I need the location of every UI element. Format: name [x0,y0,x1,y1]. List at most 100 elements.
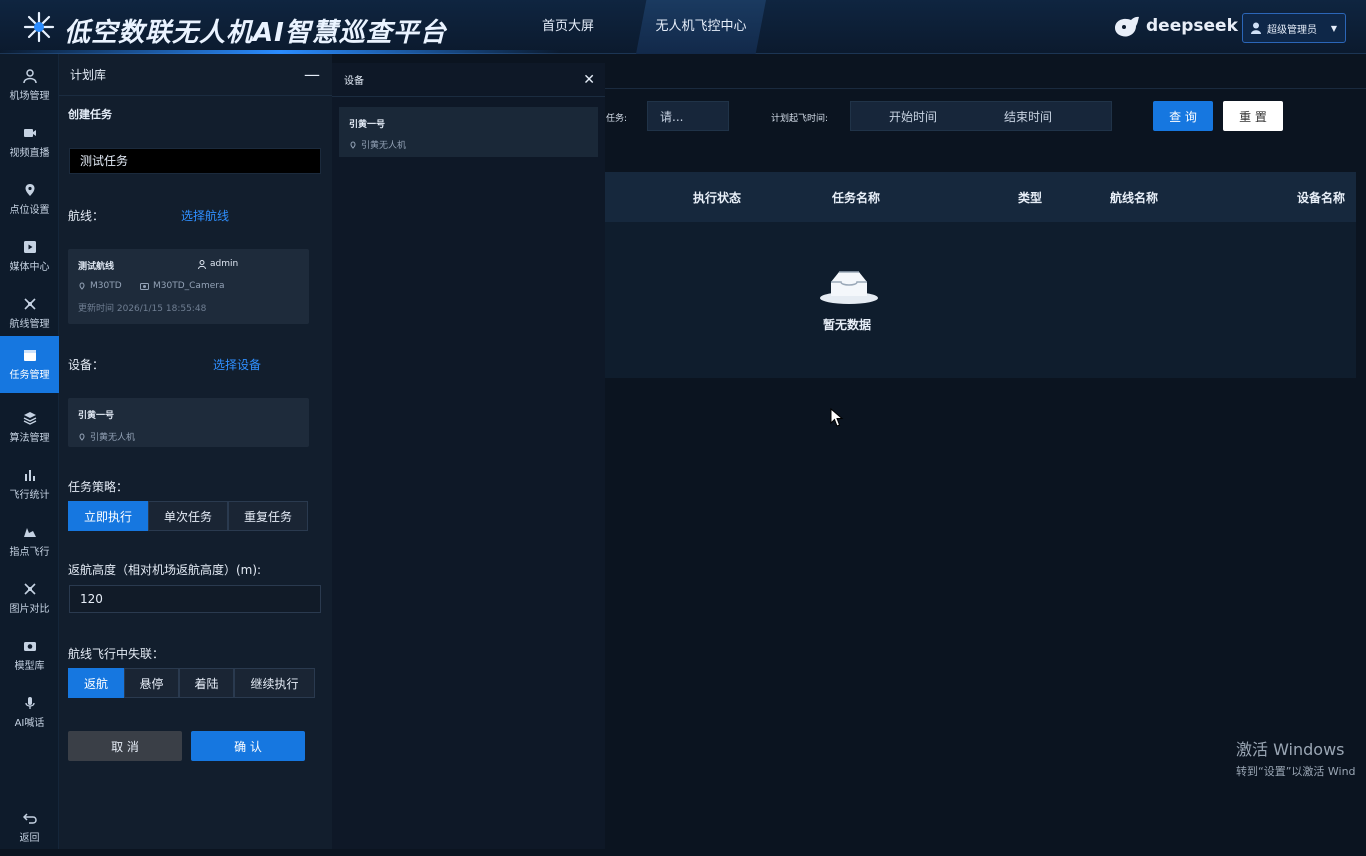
sidebar-item-label: AI喊话 [14,718,45,729]
select-route-link[interactable]: 选择航线 [181,207,229,224]
device-type: 引黄无人机 [78,430,135,443]
drone-icon [23,298,36,310]
empty-box-icon [820,271,878,304]
bar-chart-icon [24,470,35,481]
sidebar-item-label: 飞行统计 [9,490,50,501]
video-icon [23,129,36,137]
user-name: 超级管理员 [1267,24,1317,36]
sidebar-item-label: 指点飞行 [9,547,50,558]
return-height-input[interactable]: 120 [69,585,321,613]
sidebar-item-routes[interactable]: 航线管理 [0,285,59,342]
sidebar-item-ai-broadcast[interactable]: AI喊话 [0,684,59,741]
main-content: 任务: 请... 计划起飞时间: 开始时间 结束时间 查 询 重 置 执行状态 … [605,54,1366,849]
col-task-name: 任务名称 [832,191,881,205]
start-time-placeholder[interactable]: 开始时间 [889,108,937,125]
col-route-name: 航线名称 [1110,191,1159,205]
route-camera: M30TD_Camera [140,281,224,291]
date-range-picker[interactable]: 开始时间 结束时间 [850,101,1112,131]
sidebar-item-label: 航线管理 [9,319,50,330]
sidebar-item-label: 任务管理 [9,370,50,381]
point-flight-icon [23,528,36,537]
tab-flight-control[interactable]: 无人机飞控中心 [636,0,766,54]
user-menu[interactable]: 超级管理员 ▼ [1242,13,1346,43]
sidebar-item-label: 视频直播 [9,148,50,159]
location-pin-icon [25,184,34,196]
col-device-name: 设备名称 [1297,191,1346,205]
sidebar-item-label: 机场管理 [9,91,50,102]
sidebar-item-airport[interactable]: 机场管理 [0,57,59,114]
sidebar-item-label: 媒体中心 [9,262,50,273]
lost-link-hover[interactable]: 悬停 [124,668,179,698]
close-icon[interactable]: ✕ [583,72,595,88]
select-device-link[interactable]: 选择设备 [213,356,261,373]
strategy-single[interactable]: 单次任务 [148,501,228,531]
activation-subtitle: 转到“设置”以激活 Wind [1236,765,1356,778]
drone-icon [350,140,356,149]
back-button[interactable]: 返回 [0,799,59,856]
sidebar-item-model-library[interactable]: 模型库 [0,627,59,684]
query-button[interactable]: 查 询 [1153,101,1213,131]
strategy-immediate[interactable]: 立即执行 [68,501,148,531]
table-body: 暂无数据 [605,222,1356,378]
device-name: 引黄一号 [78,411,115,421]
sidebar-item-image-compare[interactable]: 图片对比 [0,570,59,627]
route-card[interactable]: 测试航线 admin M30TD M30TD_Camera 更新时间 2026/… [68,249,309,324]
lost-link-continue[interactable]: 继续执行 [234,668,315,698]
strategy-label: 任务策略： [68,480,129,494]
col-type: 类型 [1018,191,1043,205]
empty-text: 暂无数据 [823,318,872,332]
windows-activation-watermark: 激活 Windows 转到“设置”以激活 Wind [1236,736,1356,779]
sidebar-item-algorithms[interactable]: 算法管理 [0,399,59,456]
collapse-icon[interactable]: — [304,65,320,84]
media-icon [23,241,36,253]
sidebar-item-label: 图片对比 [9,604,50,615]
col-exec-status: 执行状态 [693,191,742,205]
deepseek-whale-icon [1115,16,1139,37]
drone-icon [79,282,85,290]
lost-link-land[interactable]: 着陆 [179,668,234,698]
microphone-icon [24,697,35,709]
route-user: admin [198,259,238,269]
sidebar-item-media[interactable]: 媒体中心 [0,228,59,285]
return-height-label: 返航高度（相对机场返航高度）(m): [68,563,262,577]
mouse-cursor-icon [830,408,844,427]
task-name-input[interactable]: 测试任务 [69,148,321,174]
camera-icon [23,642,36,651]
device-panel-header: 设备 ✕ [332,63,605,97]
device-select-panel: 设备 ✕ 引黄一号 引黄无人机 [332,63,605,849]
sidebar-item-video[interactable]: 视频直播 [0,114,59,171]
strategy-repeat[interactable]: 重复任务 [228,501,308,531]
app-title: 低空数联无人机AI智慧巡查平台 [64,18,447,48]
route-updated: 更新时间 2026/1/15 18:55:48 [78,304,207,314]
sidebar-item-statistics[interactable]: 飞行统计 [0,456,59,513]
user-icon [22,69,37,83]
cancel-button[interactable]: 取 消 [68,731,182,761]
lost-link-segmented: 返航 悬停 着陆 继续执行 [68,668,315,698]
camera-model: M30TD_Camera [153,281,225,291]
end-time-placeholder[interactable]: 结束时间 [1004,108,1052,125]
confirm-button[interactable]: 确 认 [191,731,305,761]
device-item-type-label: 引黄无人机 [361,141,407,151]
brand-label: deepseek [1146,16,1238,36]
compare-icon [23,583,36,595]
device-label: 设备： [68,358,105,372]
activation-title: 激活 Windows [1236,740,1345,759]
lost-link-return[interactable]: 返航 [68,668,124,698]
task-filter-label: 任务: [606,114,628,124]
device-card[interactable]: 引黄一号 引黄无人机 [68,398,309,447]
sidebar-item-point-flight[interactable]: 指点飞行 [0,513,59,570]
sidebar-item-points[interactable]: 点位设置 [0,171,59,228]
reset-button[interactable]: 重 置 [1223,101,1283,131]
lost-link-label: 航线飞行中失联： [68,647,165,661]
user-icon [1251,22,1261,34]
sidebar-item-tasks[interactable]: 任务管理 [0,336,59,393]
table-header: 执行状态 任务名称 类型 航线名称 设备名称 [605,172,1356,222]
task-filter-input[interactable]: 请... [647,101,729,131]
tab-home-screen[interactable]: 首页大屏 [518,0,618,54]
user-icon [198,259,206,269]
app-logo-icon [23,11,55,43]
plan-library-panel: 计划库 — 创建任务 测试任务 航线： 选择航线 测试航线 admin M30T… [59,54,332,849]
device-type-label: 引黄无人机 [90,433,136,443]
planned-time-label: 计划起飞时间: [771,114,829,124]
device-list-item[interactable]: 引黄一号 引黄无人机 [339,107,598,157]
